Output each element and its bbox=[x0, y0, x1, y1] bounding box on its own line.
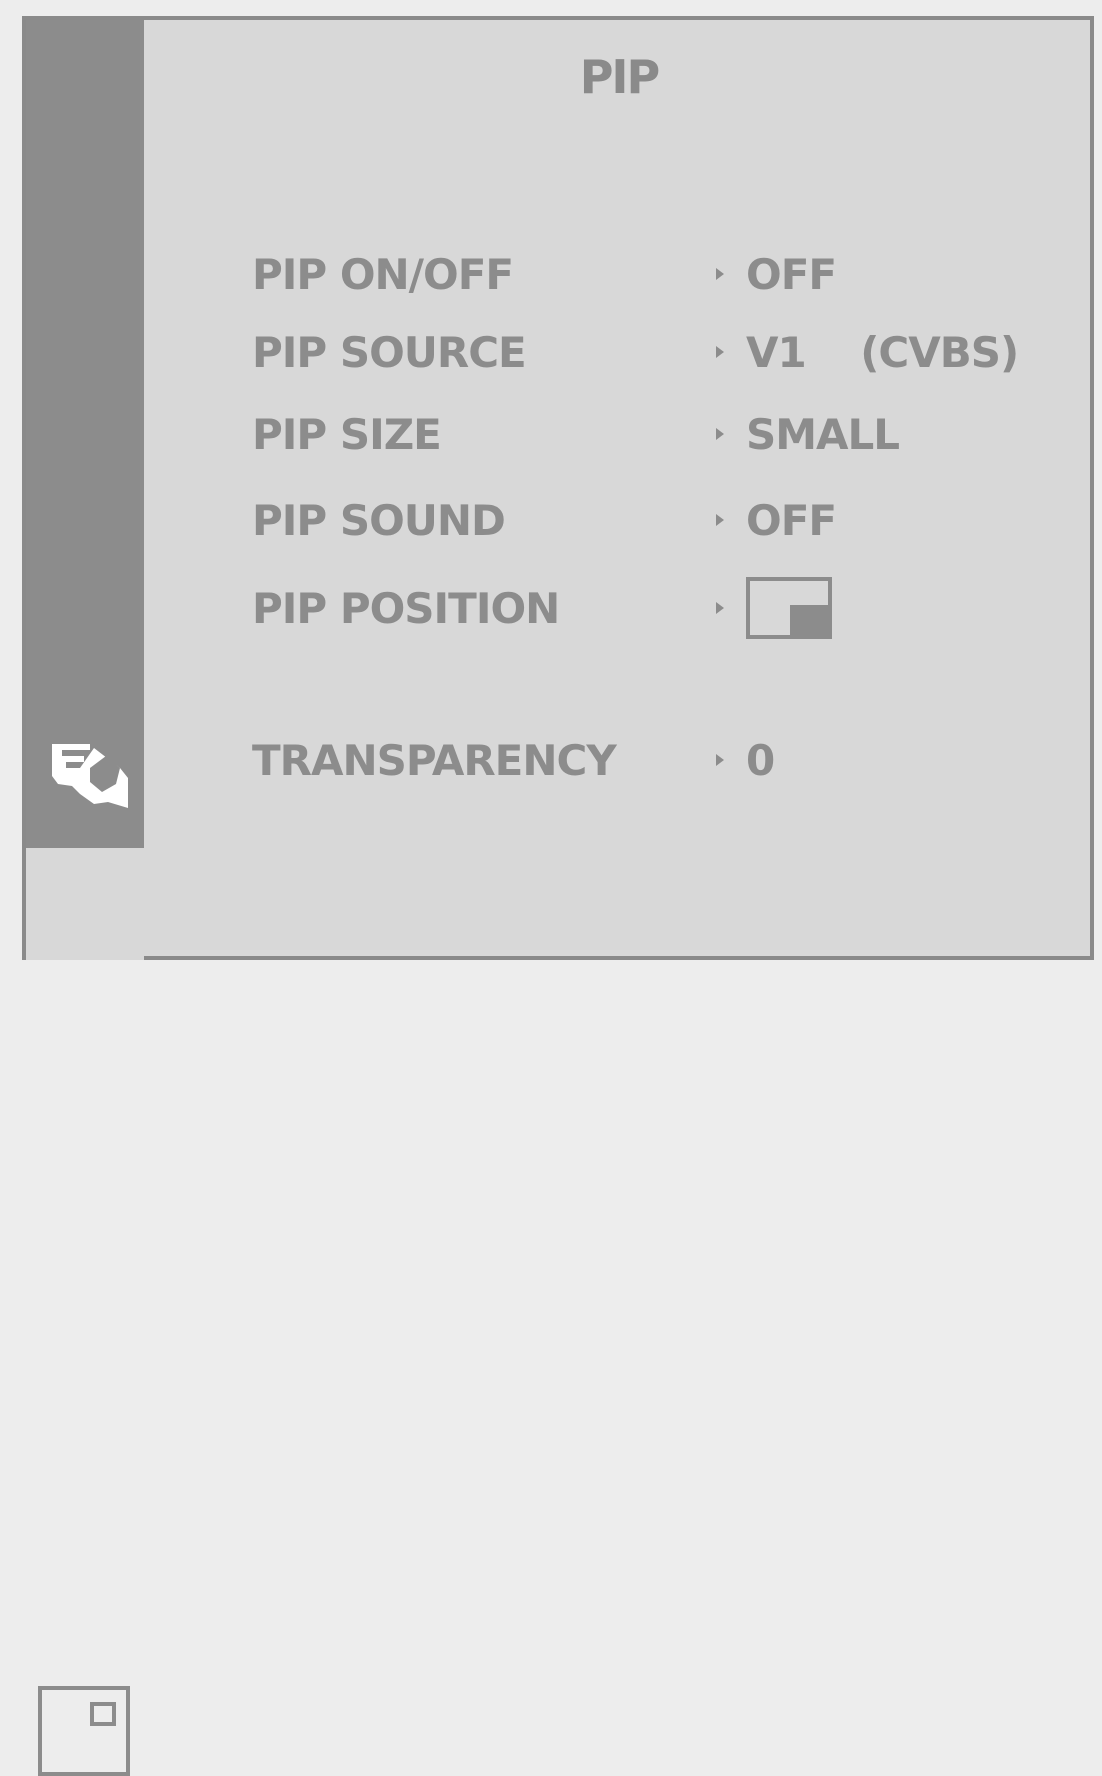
menu-item-label: TRANSPARENCY bbox=[252, 735, 617, 785]
menu-item-pip-source[interactable]: PIP SOURCE V1 (CVBS) bbox=[252, 324, 1019, 380]
menu-title: PIP bbox=[579, 50, 661, 104]
menu-item-pip-size[interactable]: PIP SIZE SMALL bbox=[252, 406, 900, 462]
pip-window-icon[interactable] bbox=[38, 1686, 130, 1776]
pip-position-bottom-right-icon bbox=[746, 577, 832, 639]
arrow-right-icon bbox=[716, 428, 724, 440]
pip-subwindow-icon bbox=[90, 1702, 116, 1726]
pip-position-subwindow bbox=[790, 605, 828, 635]
menu-item-transparency[interactable]: TRANSPARENCY 0 bbox=[252, 732, 775, 788]
menu-item-label: PIP SOUND bbox=[252, 495, 506, 545]
hand-pointer-icon[interactable] bbox=[50, 734, 136, 814]
menu-item-pip-on-off[interactable]: PIP ON/OFF OFF bbox=[252, 246, 837, 302]
arrow-right-icon bbox=[716, 602, 724, 614]
arrow-right-icon bbox=[716, 514, 724, 526]
menu-item-label: PIP ON/OFF bbox=[252, 249, 514, 299]
menu-item-value: V1 (CVBS) bbox=[746, 327, 1019, 377]
sidebar bbox=[26, 20, 144, 848]
menu-item-value: 0 bbox=[746, 735, 775, 785]
menu-item-label: PIP SOURCE bbox=[252, 327, 527, 377]
osd-menu-window: PIP PIP ON/OFF OFF PIP SOURCE V1 (CVBS) … bbox=[22, 16, 1094, 1776]
sidebar-bottom bbox=[26, 848, 144, 1776]
menu-item-value: SMALL bbox=[746, 409, 900, 459]
menu-item-pip-sound[interactable]: PIP SOUND OFF bbox=[252, 492, 837, 548]
arrow-right-icon bbox=[716, 346, 724, 358]
arrow-right-icon bbox=[716, 268, 724, 280]
menu-item-value: OFF bbox=[746, 249, 837, 299]
menu-item-label: PIP SIZE bbox=[252, 409, 442, 459]
menu-item-pip-position[interactable]: PIP POSITION bbox=[252, 577, 832, 639]
menu-item-value: OFF bbox=[746, 495, 837, 545]
menu-item-label: PIP POSITION bbox=[252, 583, 560, 633]
arrow-right-icon bbox=[716, 754, 724, 766]
